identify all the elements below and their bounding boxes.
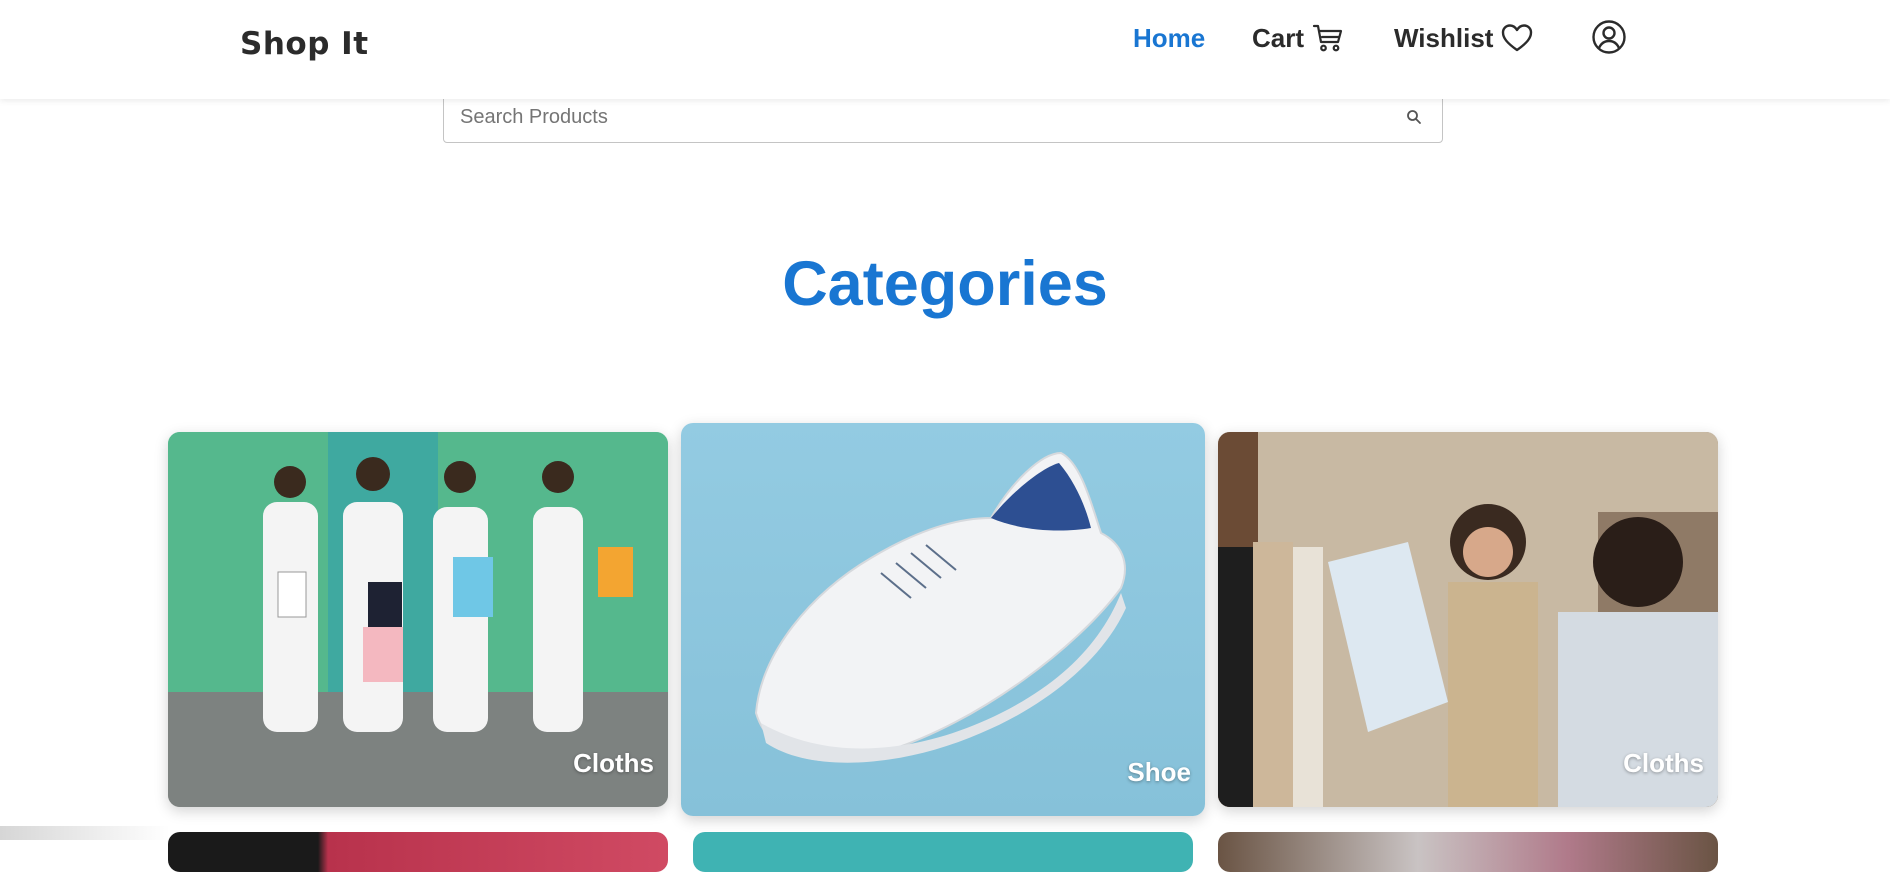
search-input[interactable] xyxy=(460,103,1360,131)
nav-home-link[interactable]: Home xyxy=(1133,22,1205,54)
category-label: Cloths xyxy=(1623,748,1704,778)
account-button[interactable] xyxy=(1583,18,1627,56)
brand-logo[interactable]: Shop It xyxy=(240,26,369,62)
cart-icon xyxy=(1312,24,1343,52)
nav-wishlist-link[interactable]: Wishlist xyxy=(1394,22,1533,54)
account-circle-icon xyxy=(1592,20,1626,54)
top-navbar: Shop It Home Cart Wishlist xyxy=(0,0,1890,99)
nav-cart-label: Cart xyxy=(1252,22,1305,53)
nav-home-label: Home xyxy=(1133,22,1206,53)
categories-heading: Categories xyxy=(782,249,1108,319)
category-card-row2-1[interactable] xyxy=(168,832,668,872)
category-label: Cloths xyxy=(573,748,654,778)
heart-icon xyxy=(1502,24,1533,52)
category-card-shoe[interactable]: Shoe xyxy=(681,423,1205,816)
nav-wishlist-label: Wishlist xyxy=(1394,22,1494,53)
category-label: Shoe xyxy=(1127,757,1191,787)
category-card-cloths[interactable]: Cloths xyxy=(168,432,668,807)
footer-fade xyxy=(0,826,170,840)
nav-cart-link[interactable]: Cart xyxy=(1252,22,1344,54)
category-card-row2-3[interactable] xyxy=(1218,832,1718,872)
category-card-row2-2[interactable] xyxy=(693,832,1193,872)
search-icon[interactable] xyxy=(1406,109,1422,125)
category-card-cloths-2[interactable]: Cloths xyxy=(1218,432,1718,807)
